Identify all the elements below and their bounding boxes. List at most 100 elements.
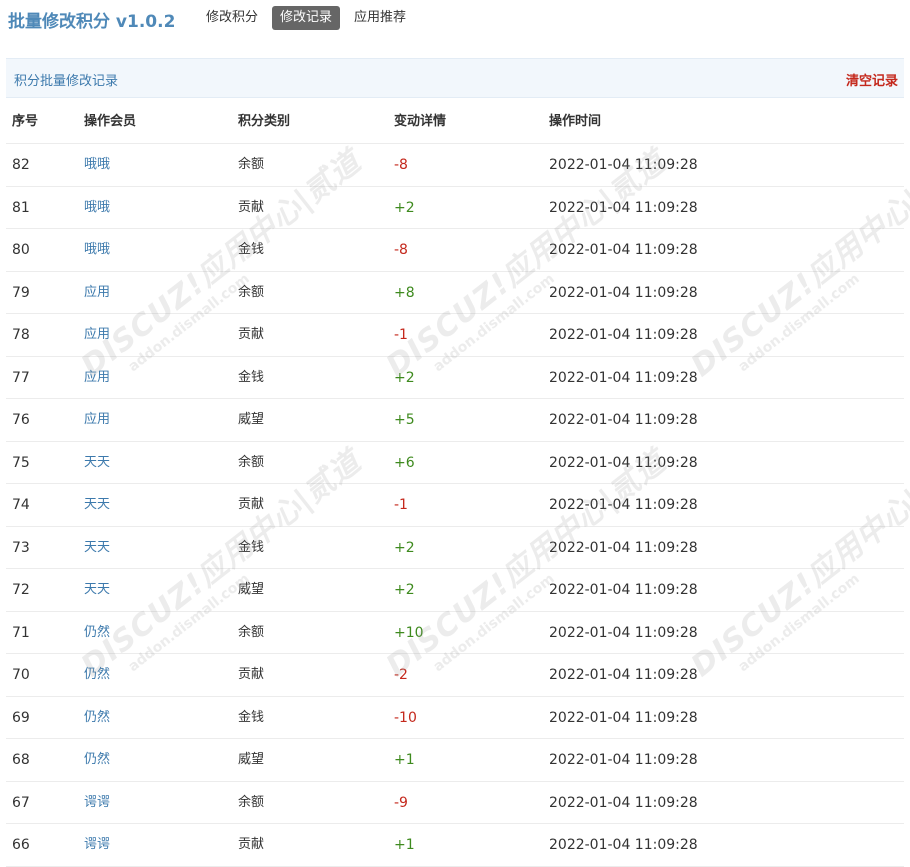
row-change: -9 xyxy=(394,794,408,811)
row-point-type: 金钱 xyxy=(238,709,265,725)
row-member-link[interactable]: 仍然 xyxy=(84,697,110,739)
row-point-type: 金钱 xyxy=(238,539,265,555)
row-time: 2022-01-04 11:09:28 xyxy=(549,412,698,428)
table-row: 68 仍然 威望 +1 2022-01-04 11:09:28 xyxy=(6,739,904,782)
row-change: +10 xyxy=(394,624,424,641)
row-member-link[interactable]: 谔谔 xyxy=(84,824,110,866)
row-change: +5 xyxy=(394,412,415,428)
clear-records-link[interactable]: 清空记录 xyxy=(846,70,898,89)
table-row: 70 仍然 贡献 -2 2022-01-04 11:09:28 xyxy=(6,654,904,697)
row-member-link[interactable]: 哦哦 xyxy=(84,144,110,186)
row-time: 2022-01-04 11:09:28 xyxy=(549,709,698,726)
row-point-type: 余额 xyxy=(238,157,265,172)
row-point-type: 余额 xyxy=(238,454,265,470)
row-id: 69 xyxy=(12,709,30,726)
row-member-link[interactable]: 应用 xyxy=(84,357,110,399)
row-member-link[interactable]: 仍然 xyxy=(84,739,110,781)
row-member-link[interactable]: 应用 xyxy=(84,272,110,314)
section-header: 积分批量修改记录 清空记录 xyxy=(6,58,904,98)
row-change: +1 xyxy=(394,752,415,768)
row-time: 2022-01-04 11:09:28 xyxy=(549,284,698,301)
row-time: 2022-01-04 11:09:28 xyxy=(549,242,698,258)
row-id: 67 xyxy=(12,794,30,811)
table-row: 80 哦哦 金钱 -8 2022-01-04 11:09:28 xyxy=(6,229,904,272)
table-row: 75 天天 余额 +6 2022-01-04 11:09:28 xyxy=(6,442,904,484)
row-id: 75 xyxy=(12,454,30,471)
table-row: 77 应用 金钱 +2 2022-01-04 11:09:28 xyxy=(6,357,904,399)
table-row: 79 应用 余额 +8 2022-01-04 11:09:28 xyxy=(6,272,904,314)
row-time: 2022-01-04 11:09:28 xyxy=(549,752,698,768)
table-header-row: 序号 操作会员 积分类别 变动详情 操作时间 xyxy=(6,100,904,144)
row-member-link[interactable]: 仍然 xyxy=(84,654,110,696)
table-row: 73 天天 金钱 +2 2022-01-04 11:09:28 xyxy=(6,527,904,569)
table-row: 67 谔谔 余额 -9 2022-01-04 11:09:28 xyxy=(6,782,904,824)
row-change: -8 xyxy=(394,242,408,258)
tab-app-recommend[interactable]: 应用推荐 xyxy=(346,6,414,30)
records-table: 序号 操作会员 积分类别 变动详情 操作时间 82 哦哦 余额 -8 2022-01-0… xyxy=(6,100,904,867)
table-row: 81 哦哦 贡献 +2 2022-01-04 11:09:28 xyxy=(6,187,904,229)
row-id: 78 xyxy=(12,327,30,343)
row-time: 2022-01-04 11:09:28 xyxy=(549,327,698,343)
tab-modify-records[interactable]: 修改记录 xyxy=(272,6,341,30)
row-change: +8 xyxy=(394,284,415,301)
row-member-link[interactable]: 哦哦 xyxy=(84,187,110,229)
row-point-type: 余额 xyxy=(238,624,265,640)
column-header-time: 操作时间 xyxy=(549,114,602,129)
row-member-link[interactable]: 应用 xyxy=(84,314,110,356)
row-time: 2022-01-04 11:09:28 xyxy=(549,837,698,853)
row-change: -1 xyxy=(394,327,408,343)
row-id: 66 xyxy=(12,837,30,853)
tab-modify-points[interactable]: 修改积分 xyxy=(198,6,266,30)
row-point-type: 贡献 xyxy=(238,667,265,682)
row-point-type: 威望 xyxy=(238,412,265,427)
row-member-link[interactable]: 哦哦 xyxy=(84,229,110,271)
column-header-member: 操作会员 xyxy=(84,114,137,129)
row-member-link[interactable]: 天天 xyxy=(84,484,110,526)
row-member-link[interactable]: 仍然 xyxy=(84,612,110,654)
row-id: 82 xyxy=(12,157,30,173)
row-change: +1 xyxy=(394,837,415,853)
row-id: 77 xyxy=(12,369,30,386)
row-time: 2022-01-04 11:09:28 xyxy=(549,497,698,513)
row-change: -8 xyxy=(394,157,408,173)
row-change: +6 xyxy=(394,454,415,471)
row-member-link[interactable]: 天天 xyxy=(84,569,110,611)
row-point-type: 贡献 xyxy=(238,497,265,512)
row-point-type: 金钱 xyxy=(238,242,265,257)
table-row: 72 天天 威望 +2 2022-01-04 11:09:28 xyxy=(6,569,904,612)
table-row: 76 应用 威望 +5 2022-01-04 11:09:28 xyxy=(6,399,904,442)
row-id: 80 xyxy=(12,242,30,258)
row-change: +2 xyxy=(394,539,415,556)
row-point-type: 威望 xyxy=(238,752,265,767)
row-id: 72 xyxy=(12,582,30,598)
row-id: 70 xyxy=(12,667,30,683)
table-row: 74 天天 贡献 -1 2022-01-04 11:09:28 xyxy=(6,484,904,527)
row-point-type: 威望 xyxy=(238,582,265,597)
table-row: 82 哦哦 余额 -8 2022-01-04 11:09:28 xyxy=(6,144,904,187)
row-member-link[interactable]: 应用 xyxy=(84,399,110,441)
app-title: 批量修改积分 v1.0.2 xyxy=(8,12,176,32)
row-change: +2 xyxy=(394,582,415,598)
row-time: 2022-01-04 11:09:28 xyxy=(549,199,698,216)
row-change: -10 xyxy=(394,709,417,726)
column-header-change: 变动详情 xyxy=(394,114,447,129)
row-id: 71 xyxy=(12,624,30,641)
row-member-link[interactable]: 天天 xyxy=(84,527,110,569)
row-id: 68 xyxy=(12,752,30,768)
row-change: +2 xyxy=(394,369,415,386)
row-time: 2022-01-04 11:09:28 xyxy=(549,582,698,598)
row-member-link[interactable]: 谔谔 xyxy=(84,782,110,824)
row-id: 79 xyxy=(12,284,30,301)
column-header-id: 序号 xyxy=(12,114,39,129)
row-point-type: 余额 xyxy=(238,284,265,300)
row-time: 2022-01-04 11:09:28 xyxy=(549,624,698,641)
table-row: 69 仍然 金钱 -10 2022-01-04 11:09:28 xyxy=(6,697,904,739)
row-change: -1 xyxy=(394,497,408,513)
row-id: 76 xyxy=(12,412,30,428)
row-time: 2022-01-04 11:09:28 xyxy=(549,794,698,811)
row-change: -2 xyxy=(394,667,408,683)
row-change: +2 xyxy=(394,199,415,216)
section-title: 积分批量修改记录 xyxy=(14,74,119,89)
row-member-link[interactable]: 天天 xyxy=(84,442,110,484)
row-point-type: 金钱 xyxy=(238,369,265,385)
